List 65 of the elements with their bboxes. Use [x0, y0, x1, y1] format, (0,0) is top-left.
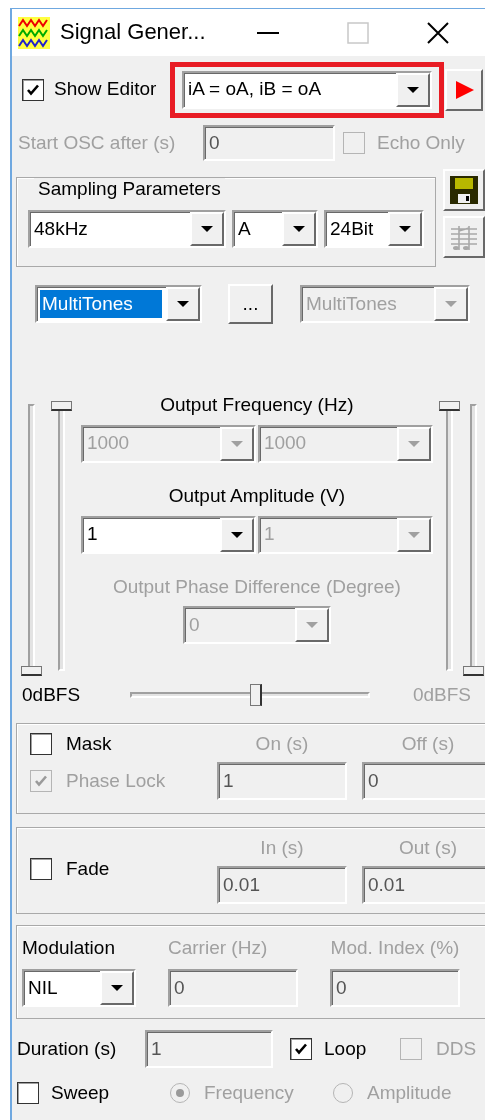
- maximize-icon: [347, 21, 369, 44]
- dropdown[interactable]: A: [232, 210, 318, 248]
- dropdown[interactable]: NIL: [22, 969, 136, 1007]
- checkbox-label: Show Editor: [54, 78, 158, 101]
- dropdown[interactable]: 1: [80, 515, 256, 554]
- caret-icon: [292, 225, 306, 233]
- caret-icon: [176, 300, 190, 308]
- caret-icon: [200, 225, 214, 233]
- field-label: Duration (s): [17, 1037, 118, 1061]
- slider-thumb[interactable]: [51, 401, 72, 411]
- level-label: 0dBFS: [412, 683, 471, 707]
- checkbox[interactable]: [30, 733, 52, 755]
- checkbox-label: Echo Only: [377, 131, 465, 155]
- checkbox[interactable]: [17, 1082, 39, 1104]
- field-label: Out (s): [398, 836, 458, 860]
- level-label: 0dBFS: [22, 683, 82, 707]
- caret-icon: [229, 530, 244, 539]
- checkbox-label: DDS: [436, 1037, 477, 1061]
- field-label: Carrier (Hz): [168, 936, 268, 960]
- checkmark-icon: [293, 1041, 309, 1057]
- caret-icon: [406, 85, 420, 94]
- caret-icon: [406, 439, 421, 448]
- checkbox[interactable]: [290, 1038, 312, 1060]
- checkbox[interactable]: [22, 78, 44, 101]
- field-label: On (s): [255, 732, 309, 756]
- checkbox-label: Mask: [66, 732, 112, 756]
- section-label: Output Phase Difference (Degree): [112, 575, 401, 599]
- play-button[interactable]: [445, 68, 483, 111]
- dropdown[interactable]: MultiTones: [35, 285, 202, 323]
- play-icon: [453, 78, 475, 101]
- caret-icon: [398, 225, 412, 233]
- more-button[interactable]: ...: [228, 284, 273, 324]
- field-label: Off (s): [401, 732, 455, 756]
- checkbox-label: Fade: [66, 857, 110, 881]
- caret-icon: [444, 300, 458, 308]
- checkmark-icon: [33, 773, 49, 789]
- window-title: Signal Gener...: [60, 19, 207, 46]
- dropdown[interactable]: 24Bit: [324, 210, 424, 248]
- radio-label: Amplitude: [367, 1081, 452, 1105]
- slider-thumb[interactable]: [249, 684, 262, 706]
- section-label: Output Frequency (Hz): [160, 394, 354, 417]
- save-icon: [449, 175, 479, 205]
- slider-thumb[interactable]: [438, 401, 460, 411]
- field-label: Mod. Index (%): [330, 936, 460, 960]
- field-label: In (s): [260, 836, 304, 860]
- radio-label: Frequency: [204, 1081, 295, 1105]
- checkbox[interactable]: [30, 858, 52, 880]
- checkbox-label: Loop: [324, 1037, 368, 1061]
- waveform-icon: [18, 16, 50, 49]
- checkbox-label: Sweep: [51, 1081, 111, 1105]
- close-icon: [426, 20, 450, 45]
- checkbox-label: Phase Lock: [66, 769, 166, 793]
- slider-thumb[interactable]: [462, 666, 484, 676]
- field-label: Start OSC after (s): [18, 131, 177, 155]
- slider-thumb[interactable]: [21, 666, 42, 676]
- dropdown[interactable]: 48kHz: [28, 210, 226, 248]
- section-label: Output Amplitude (V): [168, 484, 346, 508]
- caret-icon: [304, 621, 319, 630]
- caret-icon: [110, 984, 124, 992]
- section-label: Modulation: [22, 936, 116, 960]
- save-button[interactable]: [443, 169, 485, 211]
- balance-slider[interactable]: [130, 684, 370, 706]
- dropdown[interactable]: iA = oA, iB = oA: [182, 70, 432, 109]
- caret-icon: [229, 439, 244, 448]
- caret-icon: [406, 530, 421, 539]
